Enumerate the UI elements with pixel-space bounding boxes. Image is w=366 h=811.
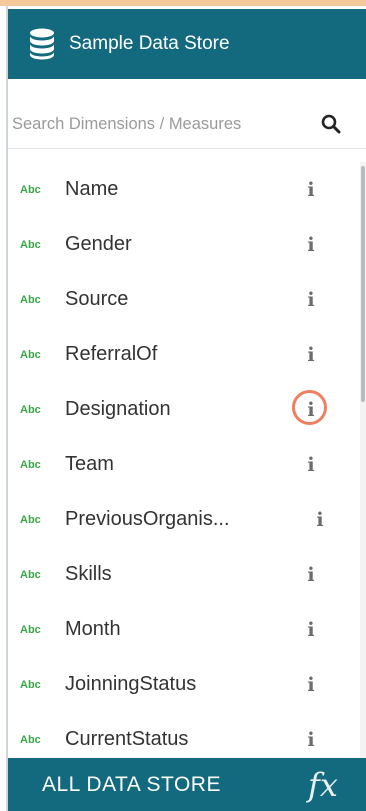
info-icon[interactable]: i bbox=[305, 729, 317, 751]
string-type-badge: Abc bbox=[20, 623, 41, 636]
info-icon[interactable]: i bbox=[305, 179, 317, 201]
string-type-badge: Abc bbox=[20, 403, 41, 416]
field-label: Name bbox=[65, 178, 119, 200]
data-store-title: Sample Data Store bbox=[69, 33, 230, 54]
field-label: Source bbox=[65, 288, 129, 310]
search-bar bbox=[10, 108, 354, 140]
string-type-badge: Abc bbox=[20, 183, 41, 196]
list-item[interactable]: Abc Source i bbox=[8, 272, 360, 327]
string-type-badge: Abc bbox=[20, 293, 41, 306]
all-data-store-footer[interactable]: ALL DATA STORE fx bbox=[8, 758, 366, 811]
list-item[interactable]: Abc CurrentStatus i bbox=[8, 712, 360, 758]
top-accent-bar bbox=[0, 0, 366, 6]
string-type-badge: Abc bbox=[20, 678, 41, 691]
string-type-badge: Abc bbox=[20, 733, 41, 746]
field-label: Skills bbox=[65, 563, 112, 585]
string-type-badge: Abc bbox=[20, 513, 41, 526]
field-label: PreviousOrganis... bbox=[65, 508, 230, 530]
field-label: ReferralOf bbox=[65, 343, 158, 365]
field-label: Designation bbox=[65, 398, 171, 420]
all-data-store-label: ALL DATA STORE bbox=[42, 772, 221, 796]
string-type-badge: Abc bbox=[20, 238, 41, 251]
data-store-header[interactable]: Sample Data Store bbox=[8, 9, 366, 79]
field-label: Month bbox=[65, 618, 121, 640]
info-icon[interactable]: i bbox=[305, 454, 317, 476]
list-item[interactable]: Abc Team i bbox=[8, 437, 360, 492]
scrollbar-thumb[interactable] bbox=[361, 166, 365, 402]
field-label: Team bbox=[65, 453, 114, 475]
search-input[interactable] bbox=[10, 110, 316, 138]
database-icon bbox=[27, 27, 57, 61]
list-item[interactable]: Abc PreviousOrganis... i bbox=[8, 492, 360, 547]
list-item[interactable]: Abc Skills i bbox=[8, 547, 360, 602]
string-type-badge: Abc bbox=[20, 458, 41, 471]
info-icon-highlighted[interactable]: i bbox=[292, 389, 327, 425]
info-icon[interactable]: i bbox=[305, 619, 317, 641]
field-label: Gender bbox=[65, 233, 132, 255]
field-list: Abc Name i Abc Gender i Abc Source i Abc… bbox=[8, 162, 360, 758]
list-item[interactable]: Abc Month i bbox=[8, 602, 360, 657]
field-label: CurrentStatus bbox=[65, 728, 189, 750]
string-type-badge: Abc bbox=[20, 568, 41, 581]
formula-icon[interactable]: fx bbox=[308, 766, 338, 804]
list-item[interactable]: Abc Designation i bbox=[8, 382, 360, 437]
search-divider bbox=[8, 148, 366, 149]
info-icon[interactable]: i bbox=[305, 674, 317, 696]
list-item[interactable]: Abc Gender i bbox=[8, 217, 360, 272]
info-icon[interactable]: i bbox=[305, 289, 317, 311]
list-item[interactable]: Abc Name i bbox=[8, 162, 360, 217]
list-item[interactable]: Abc ReferralOf i bbox=[8, 327, 360, 382]
info-icon[interactable]: i bbox=[305, 234, 317, 256]
search-icon[interactable] bbox=[320, 113, 342, 135]
info-icon[interactable]: i bbox=[305, 344, 317, 366]
info-icon[interactable]: i bbox=[305, 564, 317, 586]
field-label: JoinningStatus bbox=[65, 673, 197, 695]
list-item[interactable]: Abc JoinningStatus i bbox=[8, 657, 360, 712]
info-icon[interactable]: i bbox=[314, 509, 326, 531]
string-type-badge: Abc bbox=[20, 348, 41, 361]
